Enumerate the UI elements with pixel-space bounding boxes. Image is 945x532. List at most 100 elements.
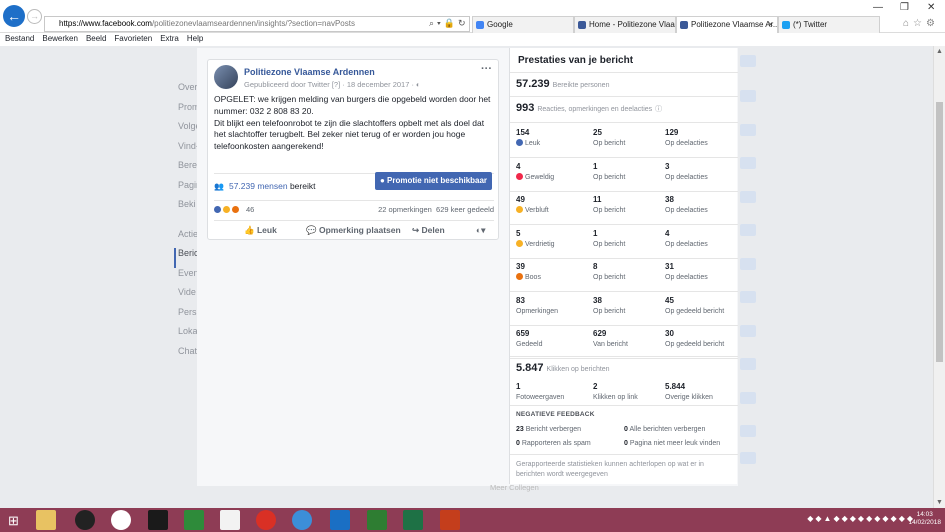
- stats-disclaimer: Gerapporteerde statistieken kunnen achte…: [516, 461, 704, 478]
- engagement-stat: 1 Op bericht: [593, 228, 626, 248]
- facebook-icon: [578, 21, 586, 29]
- app-icon[interactable]: [220, 510, 240, 530]
- app-icon[interactable]: [184, 510, 204, 530]
- engagement-stat: 659 Gedeeld: [516, 329, 543, 348]
- post-actions: 👍 Leuk 💬 Opmerking plaatsen ↪ Delen ◐▾: [214, 220, 494, 239]
- scrollbar[interactable]: ▲ ▼: [933, 46, 945, 508]
- background-text: Meer Collegen: [490, 483, 539, 492]
- forward-icon[interactable]: →: [27, 9, 42, 24]
- page-avatar[interactable]: [214, 65, 238, 89]
- tab-google[interactable]: Google: [472, 16, 574, 33]
- promotion-button[interactable]: ● Promotie niet beschikbaar: [375, 172, 492, 190]
- globe-icon: ◐: [416, 80, 421, 89]
- scrollbar-thumb[interactable]: [936, 102, 943, 362]
- windows-start-icon[interactable]: ⊞: [8, 513, 19, 529]
- engagement-stat: 25 Op bericht: [593, 128, 626, 147]
- file-explorer-icon[interactable]: [36, 510, 56, 530]
- post-text: OPGELET: we krijgen melding van burgers …: [214, 94, 491, 152]
- address-bar-icons[interactable]: ⌕▾🔒↻: [429, 18, 469, 29]
- back-icon[interactable]: ←: [3, 5, 25, 27]
- menu-beeld[interactable]: Beeld: [86, 34, 106, 43]
- engagement-stat: 154 Leuk: [516, 128, 541, 147]
- audience-selector-icon[interactable]: ◐▾: [476, 225, 485, 236]
- reaction-icon: [516, 206, 523, 213]
- reach-count-link[interactable]: 57.239 mensen: [229, 181, 288, 191]
- engagement-stat: 11 Op bericht: [593, 195, 626, 214]
- menu-help[interactable]: Help: [187, 34, 203, 43]
- address-bar[interactable]: https://www.facebook.com/politiezonevlaa…: [44, 16, 470, 32]
- internet-explorer-icon[interactable]: [292, 510, 312, 530]
- negative-feedback-item: 23 Bericht verbergen: [516, 426, 582, 433]
- scroll-down-icon[interactable]: ▼: [936, 499, 943, 506]
- clock[interactable]: 14:03 14/02/2018: [908, 511, 941, 527]
- reached-total: 57.239 Bereikte personen: [516, 78, 610, 90]
- engagement-stat: 4 Op deelacties: [665, 228, 708, 248]
- facebook-icon: [680, 21, 688, 29]
- comments-shares[interactable]: 22 opmerkingen 629 keer gedeeld: [378, 205, 494, 214]
- negative-feedback-item: 0 Alle berichten verbergen: [624, 426, 706, 433]
- info-icon[interactable]: ⓘ: [655, 106, 662, 113]
- click-stat: 5.844 Overige klikken: [665, 382, 713, 401]
- chrome-icon[interactable]: [256, 510, 276, 530]
- page-name-link[interactable]: Politiezone Vlaamse Ardennen: [244, 67, 375, 77]
- menu-bewerken[interactable]: Bewerken: [42, 34, 78, 43]
- outlook-icon[interactable]: [330, 510, 350, 530]
- engagement-stat: 5 Verdrietig: [516, 228, 555, 248]
- menu-extra[interactable]: Extra: [160, 34, 179, 43]
- post-meta: Gepubliceerd door Twitter [?] · 18 decem…: [244, 80, 421, 89]
- reaction-icon: [516, 239, 523, 247]
- reaction-icon: [516, 273, 523, 280]
- reaction-icon: [516, 172, 523, 180]
- negative-feedback-item: 0 Rapporteren als spam: [516, 440, 591, 447]
- app-icon[interactable]: [148, 510, 168, 530]
- reaction-count[interactable]: 46: [246, 205, 254, 214]
- tab-home[interactable]: Home - Politiezone Vlaa...: [574, 16, 676, 33]
- menu-favorieten[interactable]: Favorieten: [114, 34, 152, 43]
- reaction-icons[interactable]: [214, 205, 241, 214]
- post-performance-panel: Prestaties van je bericht 57.239 Bereikte…: [509, 48, 738, 484]
- menu-bestand[interactable]: Bestand: [5, 34, 34, 43]
- share-button[interactable]: ↪ Delen: [412, 225, 445, 236]
- scroll-up-icon[interactable]: ▲: [936, 48, 943, 55]
- engagement-stat: 38 Op deelacties: [665, 195, 708, 214]
- engagement-stat: 30 Op gedeeld bericht: [665, 329, 725, 348]
- like-button[interactable]: 👍 Leuk: [244, 225, 277, 236]
- negative-feedback-title: NEGATIEVE FEEDBACK: [516, 411, 595, 418]
- more-options-icon[interactable]: ···: [481, 63, 492, 75]
- engagement-stat: 129 Op deelacties: [665, 128, 708, 147]
- engagement-stat: 3 Op deelacties: [665, 161, 708, 181]
- twitter-icon: [782, 21, 790, 29]
- engagement-stat: 1 Op bericht: [593, 161, 626, 181]
- comment-button[interactable]: 💬 Opmerking plaatsen: [306, 225, 401, 236]
- post-stats: 46 22 opmerkingen 629 keer gedeeld: [214, 200, 494, 222]
- engagement-stat: 45 Op gedeeld bericht: [665, 295, 725, 315]
- reaction-icon: [516, 139, 523, 146]
- engagement-stat: 4 Geweldig: [516, 161, 555, 181]
- close-tab-icon[interactable]: ×: [768, 17, 773, 33]
- clicks-total: 5.847 Klikken op berichten: [516, 362, 610, 374]
- tab-twitter[interactable]: (*) Twitter: [778, 16, 880, 33]
- negative-feedback-item: 0 Pagina niet meer leuk vinden: [624, 440, 721, 447]
- engagement-stat: 31 Op deelacties: [665, 262, 708, 281]
- people-icon: 👥: [214, 182, 224, 191]
- browser-tool-icons[interactable]: ⌂☆⚙: [903, 18, 939, 29]
- engagement-stat: 83 Opmerkingen: [516, 295, 559, 315]
- app-icon[interactable]: [75, 510, 95, 530]
- post-card: Politiezone Vlaamse Ardennen Gepubliceer…: [207, 59, 499, 240]
- browser-toolbar: ← → https://www.facebook.com/politiezone…: [0, 0, 945, 33]
- system-tray[interactable]: ◆◆▲◆◆◆◆◆◆◆◆◆◆: [807, 514, 915, 523]
- restore-icon[interactable]: ❐: [900, 2, 909, 13]
- hp-icon[interactable]: [111, 510, 131, 530]
- engagement-total: 993 Reacties, opmerkingen en deelacties ⓘ: [516, 102, 663, 114]
- powerpoint-icon[interactable]: [440, 510, 460, 530]
- comment-icon: 💬: [306, 225, 319, 235]
- click-stat: 1 Fotoweergaven: [516, 382, 565, 401]
- excel-icon[interactable]: [403, 510, 423, 530]
- publisher-icon[interactable]: [367, 510, 387, 530]
- close-window-icon[interactable]: ✕: [927, 2, 935, 13]
- panel-title: Prestaties van je bericht: [518, 55, 634, 66]
- google-icon: [476, 21, 484, 29]
- minimize-icon[interactable]: —: [873, 2, 883, 13]
- tab-insights[interactable]: Politiezone Vlaamse Ar... ×: [676, 16, 778, 33]
- thumbs-up-icon: 👍: [244, 225, 257, 235]
